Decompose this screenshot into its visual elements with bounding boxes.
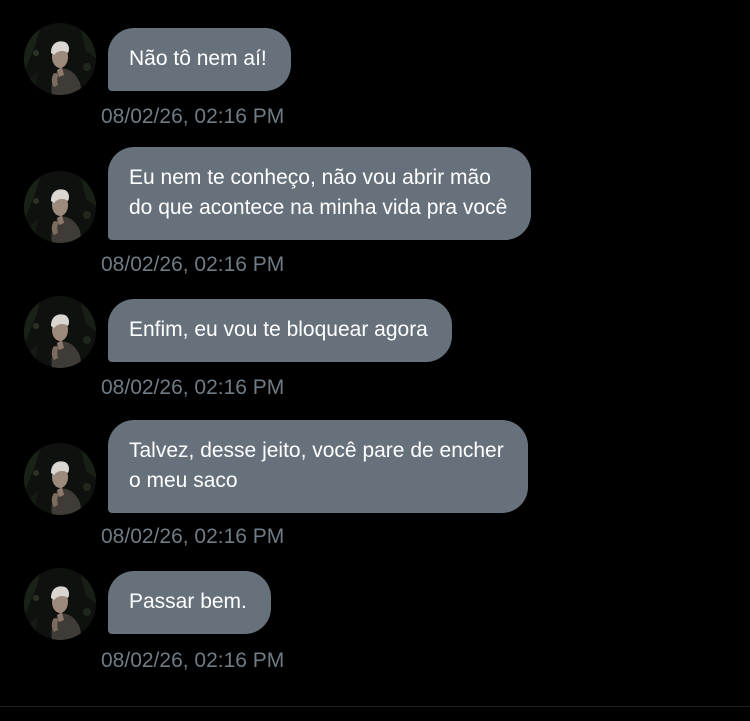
message-text-line: o meu saco: [129, 469, 238, 492]
message-text-line: do que acontece na minha vida pra você: [129, 196, 508, 219]
message-timestamp: 08/02/26, 02:16 PM: [101, 253, 285, 276]
avatar[interactable]: [24, 443, 96, 515]
message-bubble[interactable]: Talvez, desse jeito, você pare de encher…: [108, 420, 528, 513]
message-timestamp: 08/02/26, 02:16 PM: [101, 376, 285, 399]
message-timestamp: 08/02/26, 02:16 PM: [101, 525, 285, 548]
avatar[interactable]: [24, 568, 96, 640]
message-bubble[interactable]: Enfim, eu vou te bloquear agora: [108, 299, 452, 362]
message-timestamp: 08/02/26, 02:16 PM: [101, 105, 285, 128]
avatar[interactable]: [24, 296, 96, 368]
message-text: Enfim, eu vou te bloquear agora: [129, 318, 428, 341]
avatar[interactable]: [24, 23, 96, 95]
avatar[interactable]: [24, 171, 96, 243]
divider: [0, 706, 750, 707]
message-text: Não tô nem aí!: [129, 47, 267, 70]
message-text-line: Talvez, desse jeito, você pare de encher: [129, 439, 504, 462]
message-text: Passar bem.: [129, 590, 247, 613]
message-timestamp: 08/02/26, 02:16 PM: [101, 649, 285, 672]
message-bubble[interactable]: Eu nem te conheço, não vou abrir mão do …: [108, 147, 532, 240]
message-bubble[interactable]: Não tô nem aí!: [108, 28, 291, 91]
message-text-line: Eu nem te conheço, não vou abrir mão: [129, 166, 491, 189]
message-bubble[interactable]: Passar bem.: [108, 571, 271, 634]
